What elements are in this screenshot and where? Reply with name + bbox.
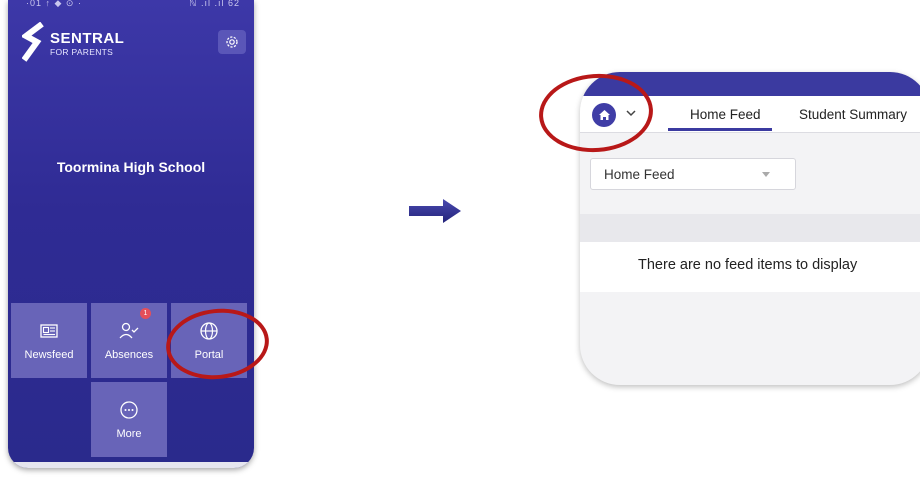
tab-label: Student Summary [799,106,908,122]
status-left: ·01 ↑ ◆ ⊙ · [26,0,82,8]
tab-student-summary[interactable]: Student Summary [799,96,907,132]
caret-down-icon [762,172,770,177]
tile-more[interactable]: More [91,382,167,457]
status-right: ℕ .ıl .ıl 62 [189,0,240,8]
gear-icon [226,36,238,48]
active-tab-indicator [668,128,772,131]
sentral-s-icon [22,22,44,62]
app-subtitle: FOR PARENTS [50,47,114,57]
tile-newsfeed[interactable]: Newsfeed [11,303,87,378]
arrow-right-icon [409,199,461,223]
phone-screen: ·01 ↑ ◆ ⊙ · ℕ .ıl .ıl 62 SENTRAL FOR PAR… [8,0,254,468]
settings-button[interactable] [218,30,246,54]
tile-label: Absences [104,348,154,361]
app-title: SENTRAL [50,30,125,47]
tab-home-feed[interactable]: Home Feed [690,96,761,132]
tab-label: Home Feed [690,106,761,122]
feed-select[interactable]: Home Feed [590,158,796,190]
absences-badge: 1 [140,308,151,319]
system-nav-bar [8,462,254,468]
feed-select-value: Home Feed [604,167,675,182]
empty-feed-row: There are no feed items to display [580,242,920,292]
newspaper-icon [39,321,59,341]
empty-feed-message: There are no feed items to display [638,257,858,273]
tile-absences[interactable]: Absences [91,303,167,378]
school-name: Toormina High School [56,159,206,175]
more-icon [119,400,139,420]
status-bar: ·01 ↑ ◆ ⊙ · ℕ .ıl .ıl 62 [8,0,254,10]
user-check-icon [119,321,139,341]
separator-band [580,214,920,242]
sentral-logo: SENTRAL FOR PARENTS [22,22,142,66]
tile-label: More [116,427,142,440]
tile-label: Newsfeed [24,348,74,361]
